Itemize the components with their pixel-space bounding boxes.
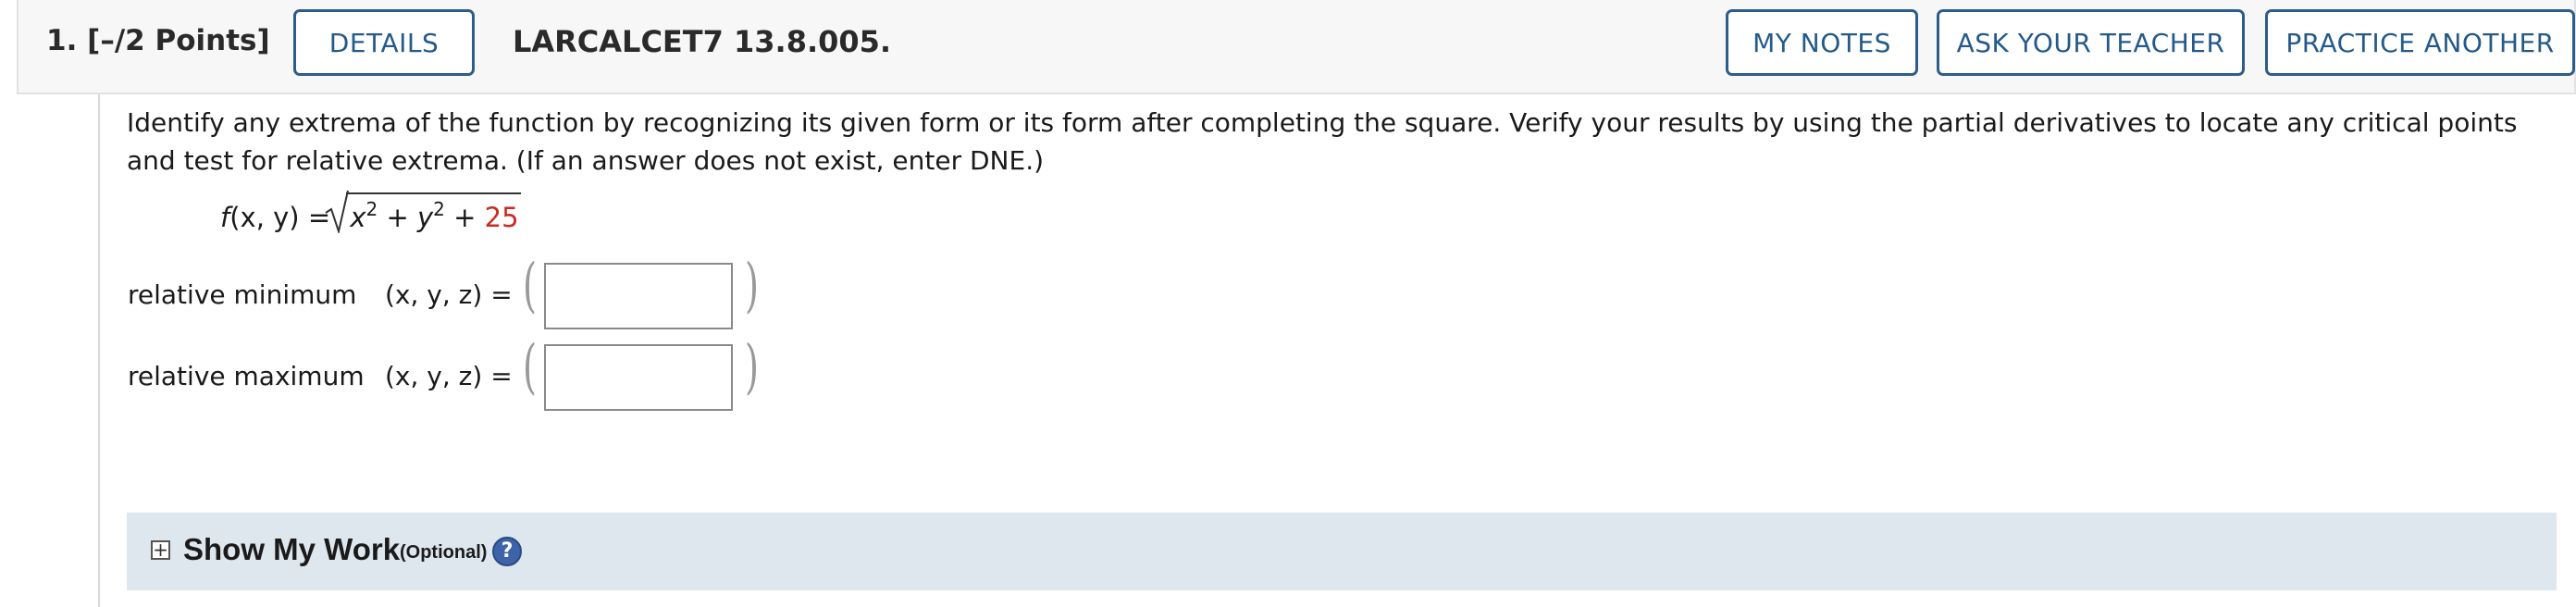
y-term: y — [417, 202, 434, 233]
question-number: 1. — [46, 24, 78, 57]
constant-term: 25 — [484, 202, 519, 233]
relative-minimum-label: relative minimum — [128, 279, 357, 310]
x-term: x — [350, 202, 366, 233]
practice-another-button[interactable]: PRACTICE ANOTHER — [2265, 9, 2575, 76]
relative-maximum-coords-label: (x, y, z) = — [385, 361, 513, 391]
plus-sign: + — [386, 202, 409, 233]
details-button[interactable]: DETAILS — [293, 9, 475, 76]
close-paren: ) — [744, 252, 759, 320]
optional-label: (Optional) — [400, 542, 488, 563]
expand-icon[interactable]: + — [151, 540, 170, 560]
points-label: [–/2 Points] — [87, 24, 270, 57]
show-my-work-title[interactable]: Show My Work — [183, 532, 400, 567]
assignment-id: LARCALCET7 13.8.005. — [513, 24, 892, 59]
function-formula: f(x, y) = x2 + y2 + 25 — [220, 190, 521, 233]
ask-your-teacher-button[interactable]: ASK YOUR TEACHER — [1937, 9, 2245, 76]
content-divider — [98, 94, 100, 607]
open-paren: ( — [522, 252, 537, 320]
plus-sign: + — [453, 202, 477, 233]
relative-maximum-label: relative maximum — [128, 361, 365, 391]
show-my-work-panel[interactable] — [127, 513, 2557, 590]
my-notes-button[interactable]: MY NOTES — [1726, 9, 1918, 76]
radicand: x2 + y2 + 25 — [346, 192, 521, 233]
relative-minimum-input[interactable] — [544, 263, 733, 329]
question-header: 1. [–/2 Points] DETAILS LARCALCET7 13.8.… — [17, 0, 2576, 94]
x-exponent: 2 — [365, 198, 378, 220]
open-paren: ( — [522, 333, 537, 402]
question-prompt: Identify any extrema of the function by … — [127, 107, 2518, 176]
relative-maximum-input[interactable] — [544, 344, 733, 411]
function-lhs: f(x, y) = — [220, 202, 331, 233]
radical-sign-icon — [325, 190, 350, 233]
close-paren: ) — [744, 333, 759, 402]
help-icon[interactable]: ? — [492, 537, 522, 566]
y-exponent: 2 — [433, 198, 445, 220]
square-root: x2 + y2 + 25 — [325, 190, 521, 233]
relative-minimum-coords-label: (x, y, z) = — [385, 279, 513, 310]
question-number-points: 1. [–/2 Points] — [46, 24, 270, 57]
